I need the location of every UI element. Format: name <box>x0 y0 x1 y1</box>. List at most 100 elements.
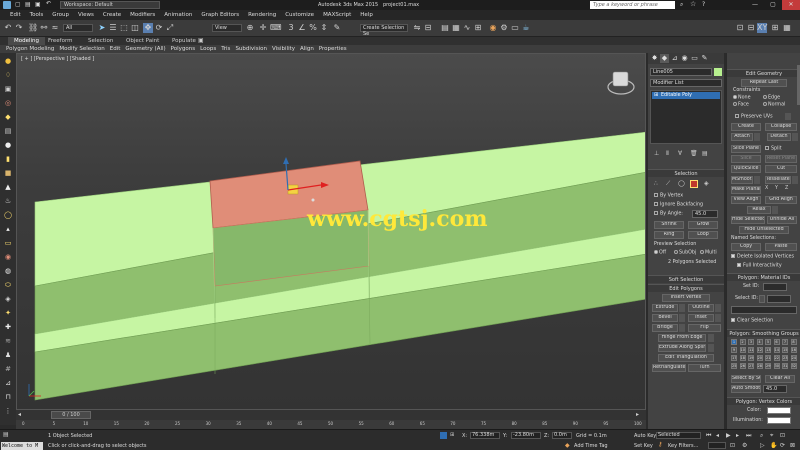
grid-icon[interactable]: # <box>3 365 13 374</box>
collapse-button[interactable]: Collapse <box>765 123 797 131</box>
turn-button[interactable]: Turn <box>688 364 721 372</box>
preserve-uvs-checkbox[interactable]: Preserve UVs <box>735 114 773 120</box>
by-angle-spinner[interactable]: 45.0 <box>692 210 718 218</box>
set-keys-icon[interactable]: ⚷ <box>658 441 662 448</box>
color-swatch[interactable] <box>767 407 791 414</box>
hide-unselected-button[interactable]: Hide Unselected <box>739 226 789 234</box>
spacewarp-icon[interactable]: ≋ <box>3 337 13 346</box>
unhide-all-button[interactable]: Unhide All <box>767 216 797 224</box>
zoom-extents-icon[interactable]: ⊡ <box>780 432 785 439</box>
hinge-settings-icon[interactable] <box>708 334 714 342</box>
trackbar-ruler[interactable]: 0 5 10 15 20 25 30 35 40 45 50 55 60 65 70 75 80 85 90 95 10… <box>16 420 646 429</box>
select-move-icon[interactable]: ✥ <box>143 23 153 33</box>
viewport-layout-a-icon[interactable]: ⊡ <box>735 23 745 33</box>
previous-frame-icon[interactable]: ◂ <box>716 432 719 439</box>
reference-coordinate-dropdown[interactable]: View <box>212 24 242 32</box>
constraint-normal-radio[interactable]: Normal <box>763 102 785 108</box>
key-filters-button[interactable]: Key Filters... <box>668 443 698 449</box>
smoothing-group-button[interactable]: 1 <box>731 339 737 345</box>
remove-modifier-icon[interactable]: 🗑 <box>690 150 698 157</box>
cone-icon[interactable]: ▲ <box>3 183 13 192</box>
menu-item-animation[interactable]: Animation <box>164 12 192 18</box>
smoothing-group-button[interactable]: 4 <box>756 339 763 345</box>
full-interactivity-checkbox[interactable]: Full Interactivity <box>737 263 782 269</box>
mirror-icon[interactable]: ⇋ <box>412 23 422 33</box>
make-planar-z-button[interactable]: Z <box>785 186 788 191</box>
menu-item-maxscript[interactable]: MAXScript <box>323 12 351 18</box>
by-vertex-checkbox[interactable]: By Vertex <box>654 193 683 199</box>
biped-icon[interactable]: ♟ <box>3 351 13 360</box>
tab-selection[interactable]: Selection <box>82 37 119 45</box>
retriangulate-button[interactable]: Retriangulate <box>652 364 686 372</box>
render-icon[interactable]: ◎ <box>3 99 13 108</box>
link-icon[interactable]: ⛓ <box>28 23 38 33</box>
time-slider[interactable]: 0 / 100 <box>51 411 91 419</box>
measure-icon[interactable]: ⊿ <box>3 379 13 388</box>
torus-icon[interactable]: ◯ <box>3 211 13 220</box>
layer-manager-icon[interactable]: ▤ <box>440 23 450 33</box>
preserve-uvs-settings-icon[interactable] <box>785 113 791 120</box>
minimize-button[interactable]: — <box>746 0 764 10</box>
configure-sets-icon[interactable]: ▤ <box>702 150 708 157</box>
quick-new-icon[interactable]: ▢ <box>15 1 21 8</box>
extrude-button[interactable]: Extrude <box>652 304 678 312</box>
ring-button[interactable]: Ring <box>654 231 684 239</box>
select-rotate-icon[interactable]: ⟳ <box>154 23 164 33</box>
orbit-icon[interactable]: ⟳ <box>780 442 785 449</box>
object-color-swatch[interactable] <box>714 68 722 76</box>
ribbon-item-visibility[interactable]: Visibility <box>272 46 295 52</box>
tessellate-button[interactable]: Tessellate <box>765 176 791 184</box>
x-coordinate-field[interactable]: 76.338m <box>470 432 500 439</box>
undo-icon[interactable]: ↶ <box>3 23 13 33</box>
smoothing-group-button[interactable]: 19 <box>748 355 754 361</box>
teapot-icon[interactable]: ♨ <box>3 197 13 206</box>
camera-icon[interactable]: ▣ <box>3 85 13 94</box>
viewcube-icon[interactable] <box>607 68 635 92</box>
bevel-button[interactable]: Bevel <box>652 314 678 322</box>
smoothing-group-button[interactable]: 8 <box>790 339 797 345</box>
smoothing-group-button[interactable]: 13 <box>765 347 771 353</box>
inset-settings-icon[interactable] <box>715 314 721 322</box>
helper-icon[interactable]: ✚ <box>3 323 13 332</box>
flip-button[interactable]: Flip <box>688 324 721 332</box>
smoothing-group-button[interactable]: 6 <box>773 339 780 345</box>
go-to-start-icon[interactable]: ⏮ <box>706 432 711 440</box>
select-by-sg-button[interactable]: Select By SG <box>731 375 761 383</box>
smoothing-group-button[interactable]: 26 <box>739 363 746 369</box>
select-by-name-icon[interactable]: ☰ <box>108 23 118 33</box>
auto-key-button[interactable]: Auto Key <box>634 433 656 439</box>
outline-settings-icon[interactable] <box>715 304 721 312</box>
viewport-layout-d-icon[interactable]: ▦ <box>782 23 792 33</box>
make-planar-y-button[interactable]: Y <box>775 186 778 191</box>
set-key-button[interactable]: Set Key <box>634 443 653 449</box>
cylinder-icon[interactable]: ▮ <box>3 155 13 164</box>
material-editor-icon[interactable]: ◉ <box>488 23 498 33</box>
vertex-mode-icon[interactable]: ∴ <box>654 180 658 187</box>
smoothing-group-button[interactable]: 20 <box>756 355 763 361</box>
slice-button[interactable]: Slice <box>731 155 761 163</box>
smoothing-group-button[interactable]: 3 <box>748 339 754 345</box>
menu-item-help[interactable]: Help <box>360 12 373 18</box>
pyramid-icon[interactable]: ▴ <box>3 225 13 234</box>
detach-button[interactable]: Detach <box>767 133 791 141</box>
select-scale-icon[interactable]: ⤢ <box>165 23 175 33</box>
layers-icon[interactable]: ▤ <box>3 127 13 136</box>
align-icon[interactable]: ⊟ <box>423 23 433 33</box>
loop-button[interactable]: Loop <box>688 231 718 239</box>
smoothing-group-button[interactable]: 24 <box>790 355 797 361</box>
edit-polygons-rollout-header[interactable]: Edit Polygons <box>648 284 724 292</box>
ribbon-item-subdivision[interactable]: Subdivision <box>235 46 267 52</box>
menu-item-graph-editors[interactable]: Graph Editors <box>201 12 239 18</box>
smoothing-group-button[interactable]: 9 <box>731 347 737 353</box>
make-unique-icon[interactable]: ∀ <box>678 150 682 157</box>
smoothing-group-button[interactable]: 25 <box>731 363 737 369</box>
tab-freeform[interactable]: Freeform <box>42 37 79 45</box>
msmooth-button[interactable]: MSmooth <box>731 176 753 184</box>
time-config-icon[interactable]: ⚙ <box>742 442 747 449</box>
utilities-tab-icon[interactable]: ✎ <box>700 54 709 63</box>
angle-snap-icon[interactable]: ∠ <box>297 23 307 33</box>
schematic-view-icon[interactable]: ⊞ <box>473 23 483 33</box>
edit-geometry-rollout-header[interactable]: Edit Geometry <box>727 69 800 77</box>
help-icon[interactable]: ? <box>702 1 705 8</box>
display-tab-icon[interactable]: ▭ <box>690 54 699 63</box>
